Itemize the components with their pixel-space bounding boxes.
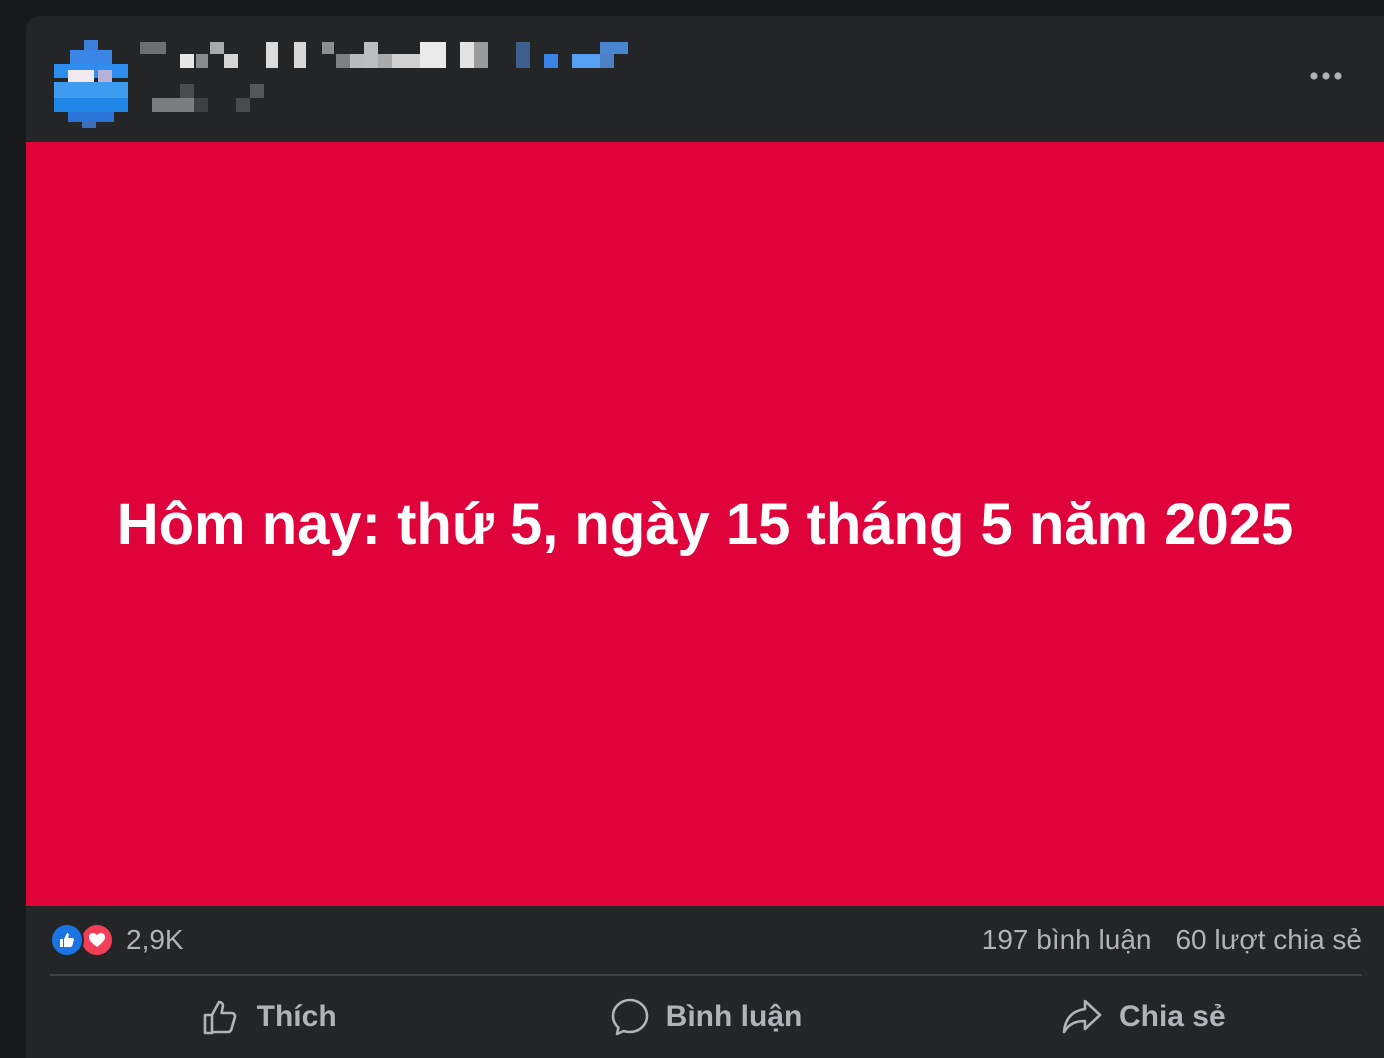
love-icon — [80, 923, 114, 957]
comment-icon — [611, 998, 648, 1036]
like-button[interactable]: Thích — [50, 978, 487, 1056]
comment-button[interactable]: Bình luận — [487, 978, 924, 1056]
author-name-redacted[interactable] — [138, 40, 658, 76]
reactions-summary[interactable]: 2,9K — [50, 923, 184, 957]
post-stats: 2,9K 197 bình luận 60 lượt chia sẻ — [50, 906, 1362, 974]
like-label: Thích — [256, 1000, 337, 1033]
shares-count-link[interactable]: 60 lượt chia sẻ — [1175, 924, 1362, 956]
more-options-button[interactable] — [1296, 56, 1356, 96]
reaction-count: 2,9K — [126, 924, 184, 955]
more-horizontal-icon — [1310, 72, 1342, 80]
divider — [50, 974, 1362, 976]
avatar[interactable] — [54, 40, 128, 128]
thumbs-up-icon — [203, 1000, 236, 1035]
share-label: Chia sẻ — [1118, 1000, 1226, 1033]
banner-text: Hôm nay: thứ 5, ngày 15 tháng 5 năm 2025 — [116, 491, 1294, 557]
share-button[interactable]: Chia sẻ — [925, 978, 1362, 1056]
post-card: Hôm nay: thứ 5, ngày 15 tháng 5 năm 2025… — [26, 16, 1384, 1058]
post-text-banner[interactable]: Hôm nay: thứ 5, ngày 15 tháng 5 năm 2025 — [26, 142, 1384, 906]
like-icon — [50, 923, 84, 957]
post-header — [26, 16, 1384, 142]
comments-count-link[interactable]: 197 bình luận — [982, 924, 1152, 956]
post-meta-redacted — [152, 84, 272, 114]
comment-label: Bình luận — [665, 1000, 803, 1033]
post-actions: Thích Bình luận Chia sẻ — [50, 978, 1362, 1056]
share-icon — [1062, 999, 1102, 1034]
